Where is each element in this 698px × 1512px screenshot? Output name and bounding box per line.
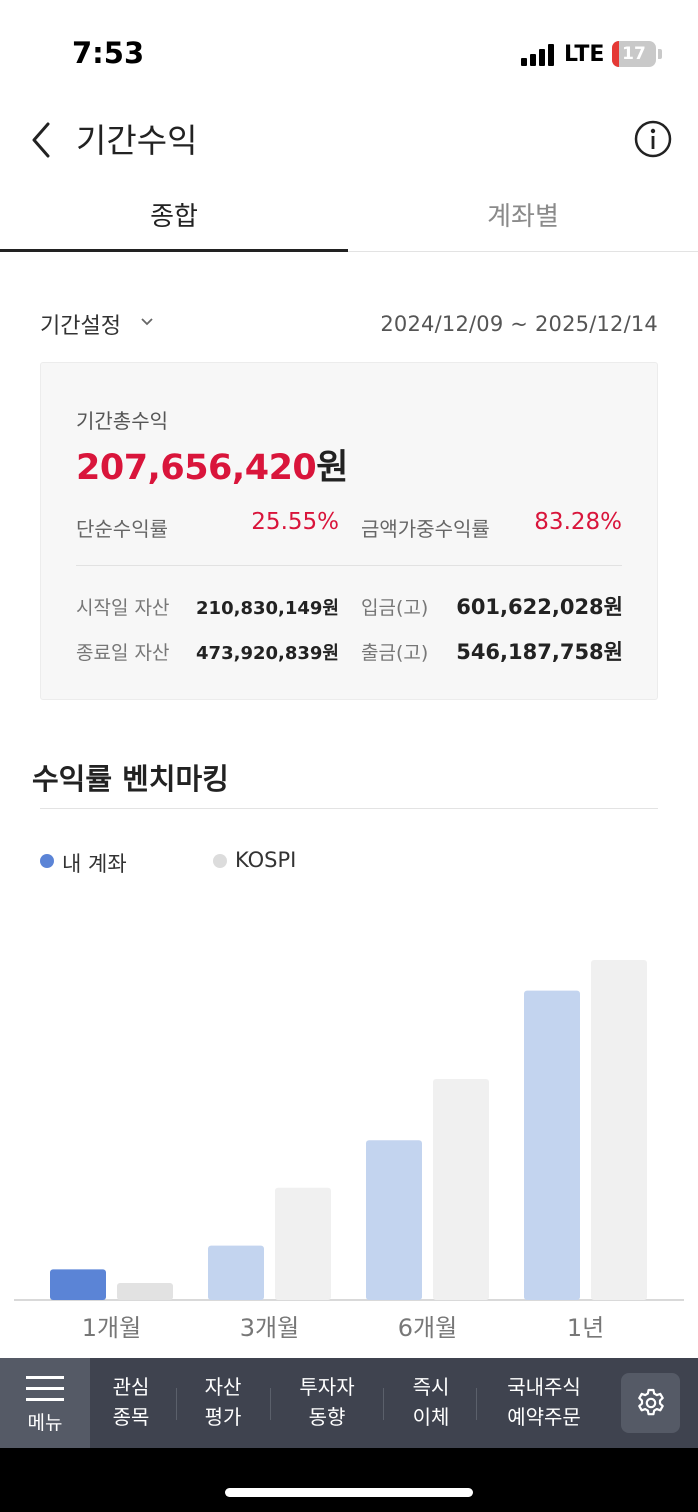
deposit-label: 입금(고) <box>361 597 429 619</box>
simple-rate-label: 단순수익률 <box>76 517 168 541</box>
battery-icon: 17 <box>612 41 656 67</box>
benchmark-chart: 1개월 3개월 6개월 1년 <box>14 960 684 1342</box>
nav-investor-trend-line2: 동향 <box>308 1405 346 1429</box>
simple-rate-value: 25.55% <box>251 509 339 535</box>
x-tick-label: 3개월 <box>240 1314 299 1342</box>
legend-label-kospi: KOSPI <box>235 848 297 872</box>
home-area <box>0 1448 698 1512</box>
nav-investor-trend[interactable]: 투자자 동향 <box>280 1372 374 1434</box>
card-divider <box>76 565 622 566</box>
legend-kospi: KOSPI <box>213 848 363 876</box>
period-setting-dropdown[interactable]: 기간설정 <box>40 308 121 340</box>
page-title: 기간수익 <box>76 121 198 160</box>
start-asset-value: 210,830,149원 <box>196 598 339 619</box>
benchmark-divider <box>40 808 658 809</box>
x-tick-label: 1개월 <box>82 1314 141 1342</box>
bar-kospi-3[interactable] <box>433 1079 489 1300</box>
bar-my-account-2[interactable] <box>208 1245 264 1300</box>
nav-reserved-order-line2: 예약주문 <box>507 1405 581 1429</box>
nav-watchlist-line1: 관심 <box>112 1375 150 1399</box>
bar-kospi-2[interactable] <box>275 1187 331 1300</box>
nav-instant-transfer-line1: 즉시 <box>412 1375 450 1399</box>
total-profit-value: 207,656,420 <box>76 448 317 488</box>
hamburger-icon <box>26 1376 64 1402</box>
nav-instant-transfer[interactable]: 즉시 이체 <box>392 1372 470 1434</box>
bar-kospi-1[interactable] <box>117 1283 173 1300</box>
nav-separator <box>476 1388 477 1420</box>
total-profit-amount: 207,656,420원 <box>76 439 348 490</box>
nav-separator <box>176 1388 177 1420</box>
gear-icon <box>635 1387 667 1419</box>
tab-by-account[interactable]: 계좌별 <box>349 186 697 252</box>
end-asset-label: 종료일 자산 <box>76 642 170 664</box>
menu-button[interactable]: 메뉴 <box>0 1358 90 1448</box>
nav-instant-transfer-line2: 이체 <box>412 1405 450 1429</box>
period-row: 기간설정 2024/12/09 ~ 2025/12/14 <box>40 300 660 350</box>
info-icon[interactable] <box>633 119 673 159</box>
nav-reserved-order[interactable]: 국내주식 예약주문 <box>484 1372 604 1434</box>
app-header: 기간수익 <box>0 100 698 180</box>
bar-my-account-3[interactable] <box>366 1140 422 1300</box>
bar-my-account-1[interactable] <box>50 1269 106 1300</box>
nav-watchlist-line2: 종목 <box>112 1405 150 1429</box>
settings-button[interactable] <box>621 1373 680 1433</box>
home-indicator[interactable] <box>225 1488 473 1497</box>
bar-kospi-4[interactable] <box>591 960 647 1300</box>
legend-dot-my-account <box>40 854 54 868</box>
legend-label-my-account: 내 계좌 <box>62 852 127 876</box>
withdraw-value: 546,187,758원 <box>456 640 623 664</box>
period-range: 2024/12/09 ~ 2025/12/14 <box>380 312 658 336</box>
benchmark-title: 수익률 벤치마킹 <box>32 762 229 796</box>
total-profit-unit: 원 <box>316 448 348 488</box>
start-asset-label: 시작일 자산 <box>76 597 170 619</box>
network-label: LTE <box>564 42 605 67</box>
nav-separator <box>383 1388 384 1420</box>
tab-bar: 종합 계좌별 <box>0 186 698 252</box>
bar-my-account-4[interactable] <box>524 990 580 1300</box>
weighted-rate-value: 83.28% <box>534 509 622 535</box>
x-tick-label: 6개월 <box>398 1314 457 1342</box>
total-profit-label: 기간총수익 <box>76 409 168 433</box>
bottom-nav: 메뉴 관심 종목 자산 평가 투자자 동향 즉시 이체 국내주식 예약주문 <box>0 1358 698 1448</box>
nav-watchlist[interactable]: 관심 종목 <box>92 1372 170 1434</box>
summary-card: 기간총수익 207,656,420원 단순수익률 25.55% 금액가중수익률 … <box>40 362 658 700</box>
nav-separator <box>270 1388 271 1420</box>
battery-cap <box>658 49 662 59</box>
nav-reserved-order-line1: 국내주식 <box>507 1375 581 1399</box>
weighted-rate-label: 금액가중수익률 <box>361 517 490 541</box>
nav-asset-eval-line2: 평가 <box>204 1405 242 1429</box>
x-tick-label: 1년 <box>567 1314 604 1342</box>
nav-asset-eval[interactable]: 자산 평가 <box>184 1372 262 1434</box>
legend-dot-kospi <box>213 854 227 868</box>
status-time: 7:53 <box>72 36 145 70</box>
chevron-left-icon[interactable] <box>26 118 60 162</box>
chevron-down-icon[interactable] <box>139 314 155 330</box>
nav-asset-eval-line1: 자산 <box>204 1375 242 1399</box>
signal-icon <box>521 42 557 66</box>
nav-investor-trend-line1: 투자자 <box>299 1375 355 1399</box>
battery-level: 17 <box>622 44 646 64</box>
withdraw-label: 출금(고) <box>361 642 429 664</box>
end-asset-value: 473,920,839원 <box>196 643 339 664</box>
legend-my-account: 내 계좌 <box>40 848 190 876</box>
deposit-value: 601,622,028원 <box>456 595 623 619</box>
status-bar: 7:53 LTE 17 <box>0 0 698 100</box>
tab-total[interactable]: 종합 <box>0 186 348 252</box>
menu-label: 메뉴 <box>27 1412 63 1434</box>
